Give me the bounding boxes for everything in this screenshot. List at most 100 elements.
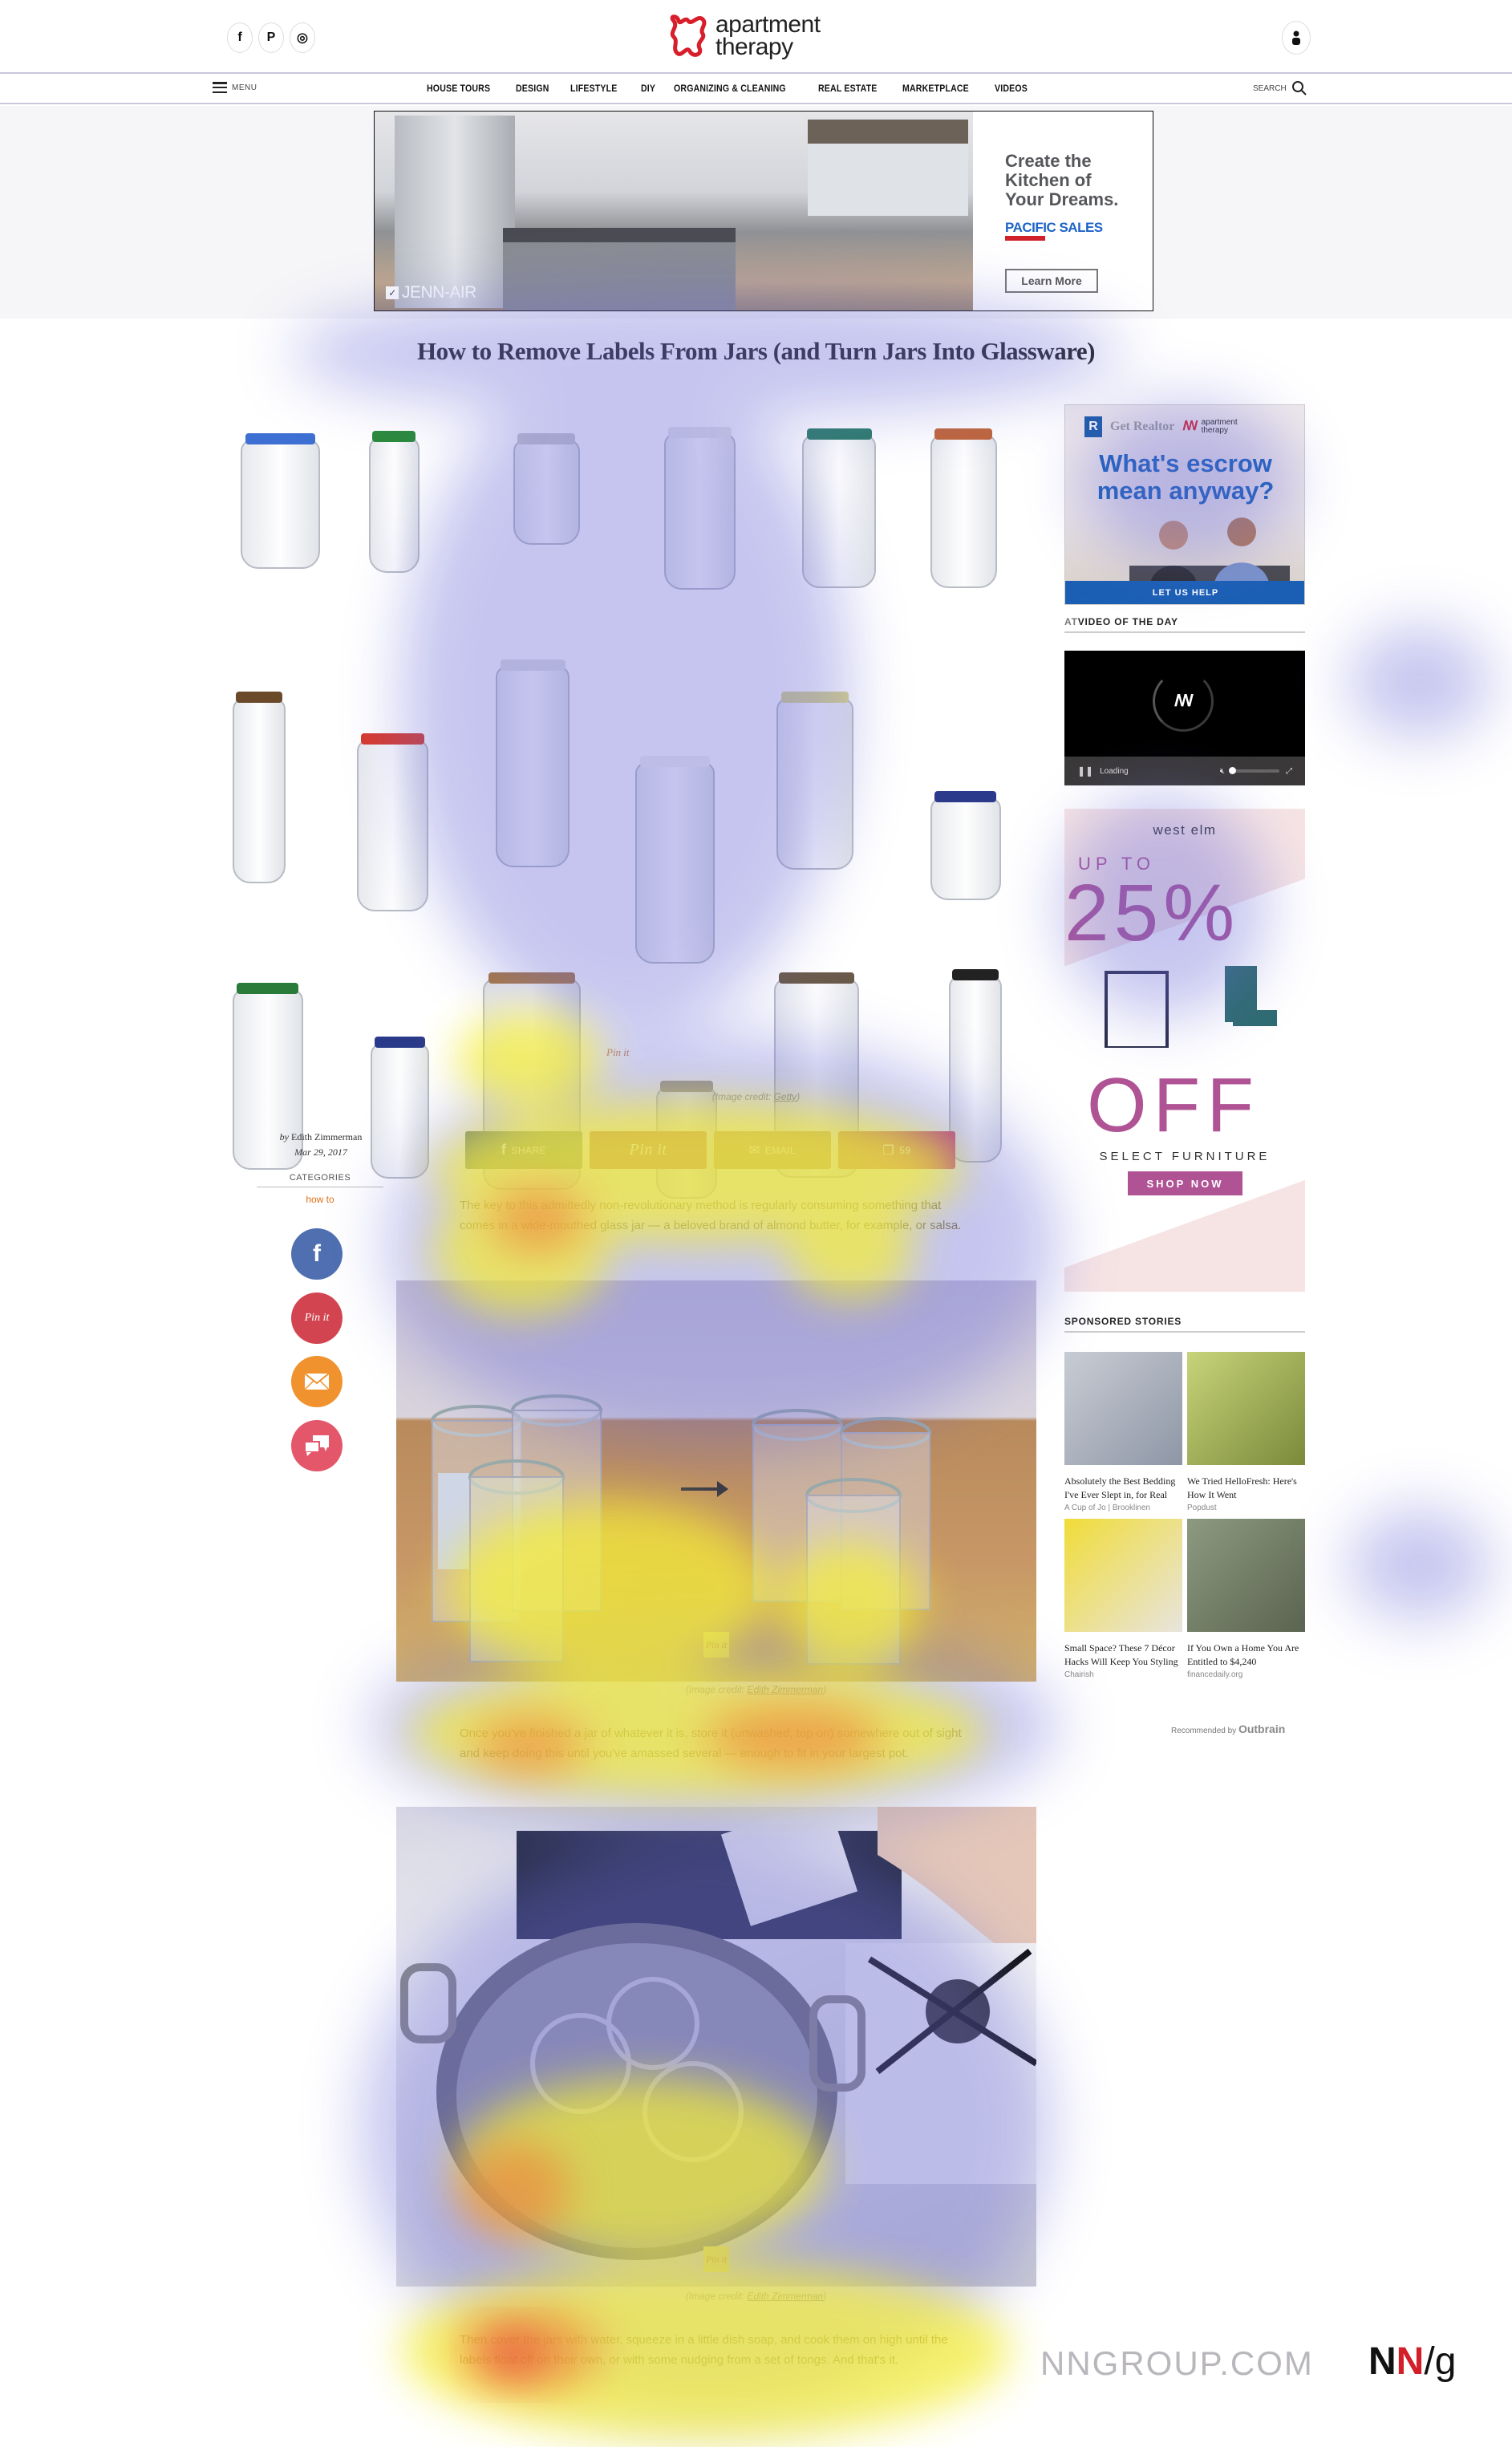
share-bar: f SHARE Pin it ✉ EMAIL ❐ 59: [465, 1131, 955, 1169]
jenn-air-ad[interactable]: ✓ JENN-AIR Create the Kitchen of Your Dr…: [374, 111, 1153, 311]
search-button[interactable]: SEARCH: [1253, 80, 1307, 96]
nav-item-videos[interactable]: VIDEOS: [995, 83, 1028, 94]
credit-suffix: ): [797, 1091, 801, 1102]
ad-windows-shape: [808, 120, 968, 216]
site-logo[interactable]: apartment therapy: [667, 13, 821, 59]
apartment-therapy-logo-icon: [670, 14, 707, 57]
jar-lid: [488, 972, 576, 984]
jenn-air-check-icon: ✓: [386, 286, 399, 299]
apartment-therapy-mini-logo: ꟿ apartment therapy: [1182, 419, 1237, 435]
realtor-ad[interactable]: R Get Realtor ꟿ apartment therapy What's …: [1064, 404, 1305, 605]
jar-lid: [952, 969, 999, 980]
nav-item-marketplace[interactable]: MARKETPLACE: [902, 83, 969, 94]
nav-item-design[interactable]: DESIGN: [516, 83, 549, 94]
side-comments-button[interactable]: [291, 1420, 343, 1471]
sponsored-story[interactable]: If You Own a Home You Are Entitled to $4…: [1187, 1519, 1305, 1679]
ad-headline-line: Create the: [1005, 151, 1092, 171]
credit-prefix: (Image credit:: [685, 2291, 748, 2302]
photo-image-credit: (Image credit: Edith Zimmerman): [0, 1684, 1512, 1695]
sponsored-story-image: [1064, 1519, 1182, 1632]
jenn-air-text: JENN-AIR: [402, 283, 476, 302]
photo-pin-it-button[interactable]: Pin it: [703, 2246, 729, 2272]
article-paragraph: Then cover the jars with water, squeeze …: [460, 2333, 948, 2367]
sponsored-story-title: Absolutely the Best Bedding I've Ever Sl…: [1064, 1475, 1176, 1500]
nav-item-organizing-cleaning[interactable]: ORGANIZING & CLEANING: [674, 83, 786, 94]
video-player[interactable]: ꟿ ❚❚ Loading 🔇︎ ⤢: [1064, 651, 1305, 785]
author-link[interactable]: Edith Zimmerman: [291, 1131, 362, 1142]
outbrain-logo: Outbrain: [1238, 1723, 1286, 1735]
glass-jar: [233, 692, 286, 883]
sponsored-story[interactable]: We Tried HelloFresh: Here's How It Went …: [1187, 1352, 1305, 1512]
nngroup-logo: NN/g: [1368, 2339, 1456, 2384]
apartment-therapy-logo-icon: ꟿ: [1182, 420, 1198, 433]
comments-count: 59: [899, 1144, 911, 1156]
glass-jar: [949, 969, 1002, 1163]
menu-button[interactable]: MENU: [213, 82, 257, 93]
share-pinterest-button[interactable]: Pin it: [590, 1131, 707, 1169]
jar-lid: [659, 1081, 713, 1092]
west-elm-logo: west elm: [1153, 822, 1217, 838]
nn-logo-g: g: [1434, 2340, 1457, 2383]
mute-icon[interactable]: 🔇︎: [1220, 767, 1225, 776]
west-elm-ad[interactable]: west elm UP TO 25% OFF SELECT FURNITURE …: [1064, 809, 1305, 1292]
category-link[interactable]: how to: [257, 1194, 383, 1205]
glass-jar: [930, 428, 997, 589]
nn-logo-n: N: [1368, 2340, 1396, 2383]
side-email-share[interactable]: [291, 1356, 343, 1407]
video-heading-text: VIDEO OF THE DAY: [1077, 616, 1178, 627]
share-email-button[interactable]: ✉ EMAIL: [714, 1131, 831, 1169]
search-label: SEARCH: [1253, 83, 1287, 93]
sponsored-story[interactable]: Small Space? These 7 Décor Hacks Will Ke…: [1064, 1519, 1182, 1679]
ad-headline-line: Your Dreams.: [1005, 189, 1119, 209]
ad-headline-line: Kitchen of: [1005, 170, 1092, 190]
pause-icon[interactable]: ❚❚: [1077, 765, 1093, 777]
west-elm-select-furniture: SELECT FURNITURE: [1099, 1150, 1271, 1163]
article-photo-jars-before-after: Pin it: [396, 1280, 1036, 1682]
pacific-sales-logo: PACIFIC SALES: [1005, 220, 1103, 235]
shop-now-button[interactable]: SHOP NOW: [1128, 1171, 1242, 1195]
sponsored-stories-heading: SPONSORED STORIES: [1064, 1316, 1305, 1333]
volume-slider[interactable]: [1229, 767, 1279, 774]
share-pinterest-label: Pin it: [629, 1141, 667, 1159]
share-facebook-button[interactable]: f SHARE: [465, 1131, 582, 1169]
glass-jar: [357, 733, 429, 911]
nav-item-diy[interactable]: DIY: [641, 83, 655, 94]
credit-suffix: ): [823, 2291, 827, 2302]
pinterest-icon[interactable]: P: [258, 22, 284, 53]
sponsored-story[interactable]: Absolutely the Best Bedding I've Ever Sl…: [1064, 1352, 1182, 1512]
photo-pin-it-button[interactable]: Pin it: [703, 1632, 729, 1658]
side-facebook-share[interactable]: f: [291, 1228, 343, 1280]
comments-count-button[interactable]: ❐ 59: [838, 1131, 955, 1169]
account-button[interactable]: [1282, 21, 1311, 55]
credit-prefix: (Image credit:: [685, 1684, 748, 1695]
hero-pin-it-button[interactable]: Pin it: [606, 1046, 630, 1059]
video-of-the-day-heading: ATVIDEO OF THE DAY: [1064, 616, 1305, 633]
let-us-help-button[interactable]: LET US HELP: [1065, 581, 1304, 604]
nav-item-lifestyle[interactable]: LIFESTYLE: [570, 83, 618, 94]
realtor-r-logo-icon: R: [1084, 416, 1102, 437]
credit-prefix: (Image credit:: [711, 1091, 774, 1102]
outbrain-attribution[interactable]: Recommended by Outbrain: [1171, 1723, 1285, 1735]
jar-lid: [500, 659, 565, 671]
learn-more-button[interactable]: Learn More: [1005, 269, 1098, 293]
site-header: f P ◎ apartment therapy: [0, 0, 1512, 74]
fullscreen-icon[interactable]: ⤢: [1286, 767, 1292, 776]
main-nav: MENU HOUSE TOURS DESIGN LIFESTYLE DIY OR…: [0, 75, 1512, 104]
facebook-icon[interactable]: f: [227, 22, 253, 53]
glass-jar: [369, 431, 420, 573]
nav-item-house-tours[interactable]: HOUSE TOURS: [427, 83, 490, 94]
hero-image-jars: Pin it: [225, 401, 1043, 1199]
article-title: How to Remove Labels From Jars (and Turn…: [417, 337, 1095, 365]
sponsored-story-title: We Tried HelloFresh: Here's How It Went: [1187, 1475, 1297, 1500]
sponsored-story-image: [1064, 1352, 1182, 1465]
hero-credit-link[interactable]: Getty: [774, 1091, 797, 1102]
side-pinterest-share[interactable]: Pin it: [291, 1292, 343, 1344]
nav-items: HOUSE TOURS DESIGN LIFESTYLE DIY ORGANIZ…: [427, 83, 1048, 94]
nav-item-real-estate[interactable]: REAL ESTATE: [818, 83, 878, 94]
comments-icon: [304, 1435, 329, 1456]
jenn-air-logo: ✓ JENN-AIR: [386, 283, 476, 302]
jar-lid: [236, 692, 282, 703]
photo-credit-link[interactable]: Edith Zimmerman: [748, 1684, 824, 1695]
instagram-icon[interactable]: ◎: [290, 22, 315, 53]
photo-credit-link[interactable]: Edith Zimmerman: [748, 2291, 824, 2302]
